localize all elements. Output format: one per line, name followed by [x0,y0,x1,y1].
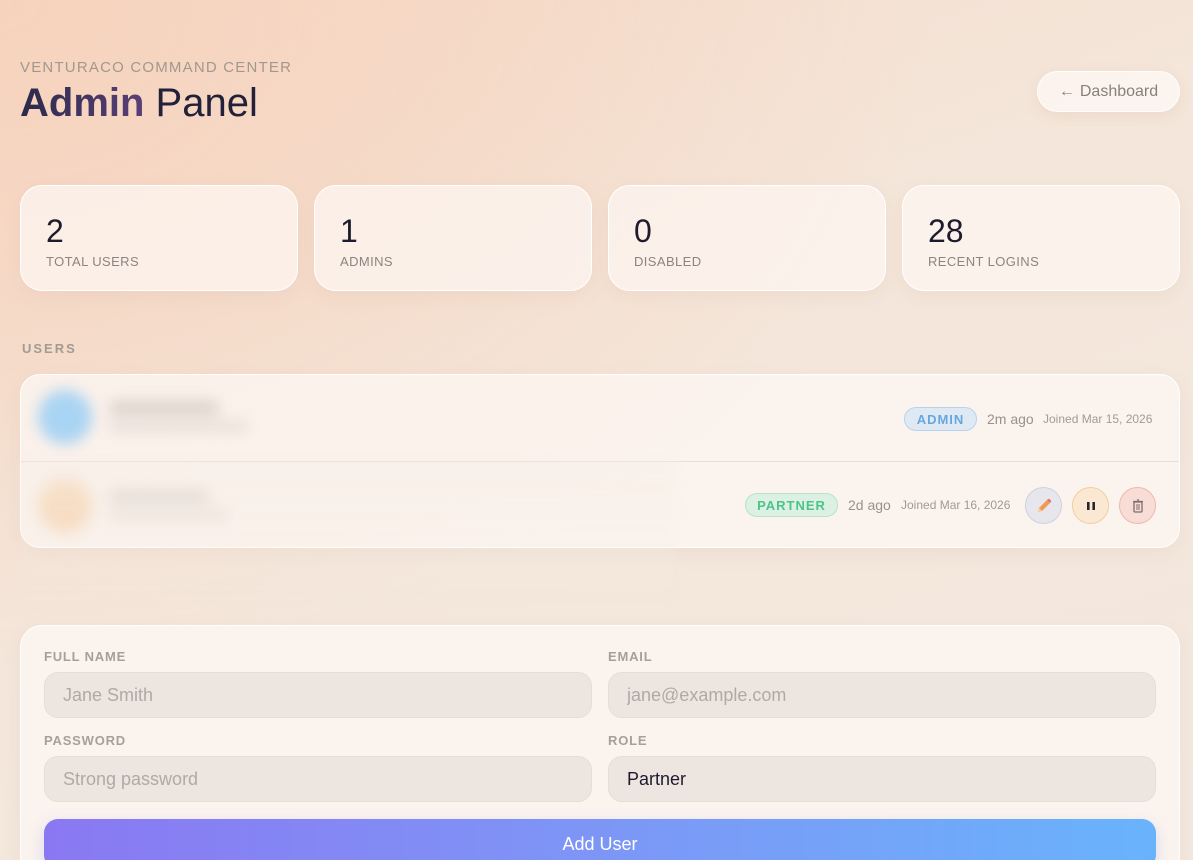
last-active: 2m ago [987,411,1034,427]
email-label: EMAIL [608,649,653,664]
stat-value: 0 [634,213,652,249]
stat-card-admins: 1 ADMINS [314,185,592,291]
page-eyebrow: VENTURACO COMMAND CENTER [20,59,293,76]
stats-row: 2 TOTAL USERS 1 ADMINS 0 DISABLED 28 REC… [20,185,1180,291]
role-label: ROLE [608,733,648,748]
role-selected-value: Partner [627,768,687,789]
password-label: PASSWORD [44,733,126,748]
password-input[interactable] [44,756,592,802]
pencil-icon [1037,498,1051,512]
last-active: 2d ago [848,497,891,513]
full-name-label: FULL NAME [44,649,127,664]
admin-panel-page: VENTURACO COMMAND CENTER Admin Panel ← D… [20,0,1180,860]
role-select[interactable]: Partner [608,756,1156,802]
back-button-label: Dashboard [1079,82,1159,100]
stat-value: 1 [340,213,358,249]
page-title-strong: Admin [20,81,145,125]
user-row[interactable]: ADMIN 2m ago Joined Mar 15, 2026 [21,375,1179,462]
stat-value: 28 [928,213,964,249]
joined-date: Joined Mar 15, 2026 [1043,412,1153,426]
add-user-form: FULL NAME EMAIL PASSWORD ROLE Partner Ad… [20,625,1180,860]
stat-card-disabled: 0 DISABLED [608,185,886,291]
redaction-overlay [20,460,675,610]
page-title-rest: Panel [144,81,258,125]
redacted-user-email [109,422,249,431]
redacted-user-name [109,402,219,414]
users-section-title: USERS [22,341,77,356]
email-input[interactable] [608,672,1156,718]
page-title: Admin Panel [20,80,258,126]
role-badge-partner: PARTNER [745,493,838,517]
stat-label: DISABLED [634,254,702,269]
add-user-button[interactable]: Add User [44,819,1156,860]
avatar [38,390,92,444]
edit-user-button[interactable] [1025,487,1062,524]
delete-user-button[interactable] [1119,487,1156,524]
stat-label: ADMINS [340,254,393,269]
arrow-left-icon: ← [1058,82,1075,100]
back-to-dashboard-button[interactable]: ← Dashboard [1037,71,1180,112]
stat-label: TOTAL USERS [46,254,140,269]
role-badge-admin: ADMIN [904,407,977,431]
stat-label: RECENT LOGINS [928,254,1040,269]
pause-icon [1086,501,1095,510]
joined-date: Joined Mar 16, 2026 [901,498,1011,512]
stat-card-total-users: 2 TOTAL USERS [20,185,298,291]
pause-user-button[interactable] [1072,487,1109,524]
stat-value: 2 [46,213,64,249]
trash-icon [1132,498,1143,513]
full-name-input[interactable] [44,672,592,718]
stat-card-recent-logins: 28 RECENT LOGINS [902,185,1180,291]
